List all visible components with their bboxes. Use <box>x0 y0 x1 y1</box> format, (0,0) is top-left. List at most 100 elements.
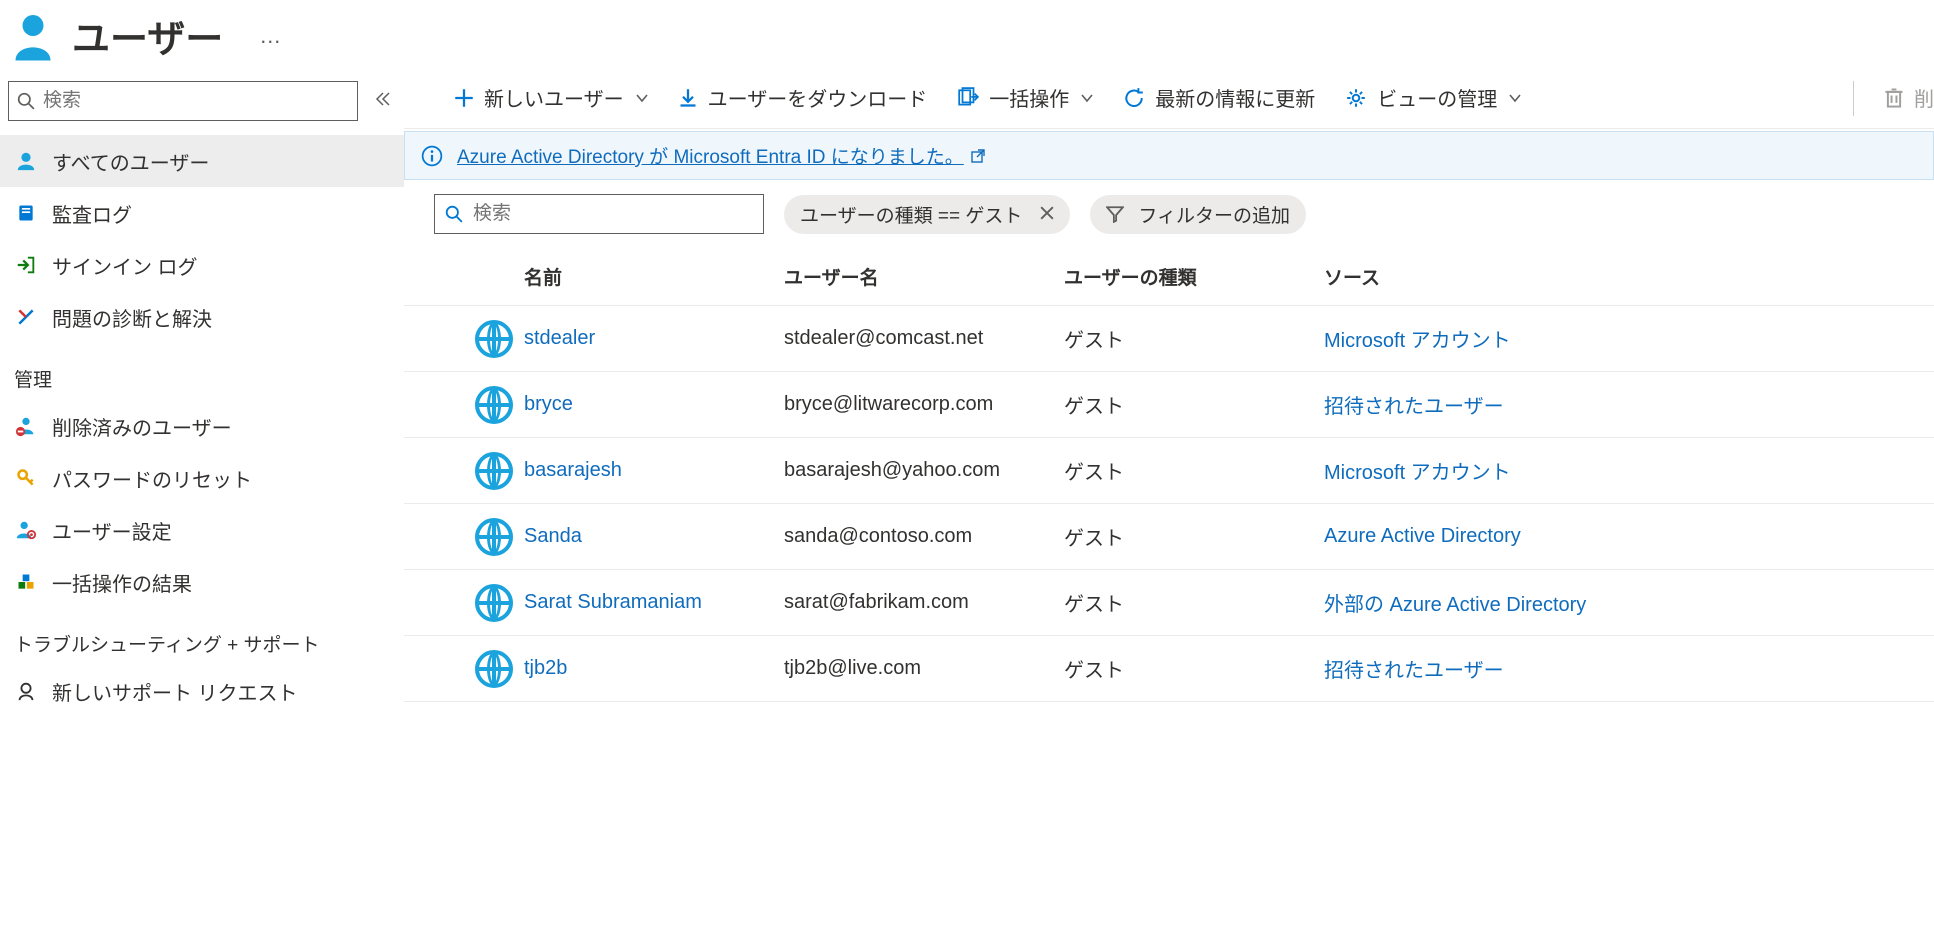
user-name-link[interactable]: Sarat Subramaniam <box>524 591 784 614</box>
col-user[interactable]: ユーザー名 <box>784 263 1064 290</box>
bulk-ops-button[interactable]: 一括操作 <box>957 83 1093 112</box>
table-row[interactable]: basarajesh basarajesh@yahoo.com ゲスト Micr… <box>404 438 1934 504</box>
info-icon <box>421 145 443 167</box>
user-name-link[interactable]: bryce <box>524 393 784 416</box>
sidebar: すべてのユーザー 監査ログ サインイン ログ 問題の診断と解決 管理 削除済 <box>0 81 404 945</box>
sidebar-item-label: 一括操作の結果 <box>52 568 192 597</box>
globe-icon <box>464 452 524 490</box>
sidebar-item-label: 削除済みのユーザー <box>52 412 232 441</box>
sidebar-item-label: サインイン ログ <box>52 251 198 280</box>
user-table: 名前 ユーザー名 ユーザーの種類 ソース stdealer stdealer@c… <box>404 248 1934 702</box>
user-source-link[interactable]: 招待されたユーザー <box>1324 390 1664 419</box>
toolbar-divider <box>1853 81 1854 116</box>
globe-icon <box>464 386 524 424</box>
filter-pill-usertype[interactable]: ユーザーの種類 == ゲスト <box>784 195 1070 234</box>
user-principal: basarajesh@yahoo.com <box>784 459 1064 482</box>
chevron-down-icon <box>1079 92 1093 104</box>
manage-view-button[interactable]: ビューの管理 <box>1345 83 1521 112</box>
sidebar-section-manage: 管理 <box>0 343 404 400</box>
user-name-link[interactable]: stdealer <box>524 327 784 350</box>
user-source-link[interactable]: Microsoft アカウント <box>1324 456 1664 485</box>
user-type: ゲスト <box>1064 588 1324 617</box>
user-name-link[interactable]: Sanda <box>524 525 784 548</box>
sidebar-item-all-users[interactable]: すべてのユーザー <box>0 135 404 187</box>
user-source-link[interactable]: Azure Active Directory <box>1324 525 1664 548</box>
sidebar-item-new-support[interactable]: 新しいサポート リクエスト <box>0 665 404 717</box>
user-principal: sanda@contoso.com <box>784 525 1064 548</box>
main-panel: 新しいユーザー ユーザーをダウンロード 一括操作 <box>404 81 1934 945</box>
person-gear-icon <box>14 519 38 541</box>
download-icon <box>678 88 698 108</box>
page-title: ユーザー <box>72 8 223 63</box>
download-users-button[interactable]: ユーザーをダウンロード <box>678 83 928 112</box>
toolbar-label: 削 <box>1914 83 1934 112</box>
more-button[interactable]: … <box>241 23 282 49</box>
col-type[interactable]: ユーザーの種類 <box>1064 263 1324 290</box>
signin-icon <box>14 254 38 276</box>
toolbar-label: 一括操作 <box>989 83 1069 112</box>
globe-icon <box>464 584 524 622</box>
table-row[interactable]: stdealer stdealer@comcast.net ゲスト Micros… <box>404 306 1934 372</box>
collapse-sidebar-button[interactable] <box>358 90 396 113</box>
table-row[interactable]: Sarat Subramaniam sarat@fabrikam.com ゲスト… <box>404 570 1934 636</box>
bulk-icon <box>957 87 979 109</box>
user-type: ゲスト <box>1064 522 1324 551</box>
globe-icon <box>464 650 524 688</box>
user-source-link[interactable]: 外部の Azure Active Directory <box>1324 588 1664 617</box>
table-header: 名前 ユーザー名 ユーザーの種類 ソース <box>404 248 1934 306</box>
toolbar-label: 最新の情報に更新 <box>1155 83 1315 112</box>
new-user-button[interactable]: 新しいユーザー <box>454 83 648 112</box>
table-search-input[interactable] <box>463 203 753 225</box>
key-icon <box>14 468 38 488</box>
person-icon <box>14 150 38 172</box>
sidebar-item-password-reset[interactable]: パスワードのリセット <box>0 452 404 504</box>
table-row[interactable]: bryce bryce@litwarecorp.com ゲスト 招待されたユーザ… <box>404 372 1934 438</box>
close-icon[interactable] <box>1036 204 1054 225</box>
cubes-icon <box>14 572 38 592</box>
user-source-link[interactable]: 招待されたユーザー <box>1324 654 1664 683</box>
sidebar-item-audit-logs[interactable]: 監査ログ <box>0 187 404 239</box>
filter-row: ユーザーの種類 == ゲスト フィルターの追加 <box>404 190 1934 248</box>
search-icon <box>445 205 463 223</box>
sidebar-item-label: パスワードのリセット <box>52 464 252 493</box>
user-name-link[interactable]: basarajesh <box>524 459 784 482</box>
chevron-down-icon <box>1507 92 1521 104</box>
person-minus-icon <box>14 415 38 437</box>
user-type: ゲスト <box>1064 654 1324 683</box>
user-source-link[interactable]: Microsoft アカウント <box>1324 324 1664 353</box>
col-name[interactable]: 名前 <box>524 263 784 290</box>
refresh-button[interactable]: 最新の情報に更新 <box>1123 83 1315 112</box>
sidebar-search-input[interactable] <box>35 90 349 112</box>
sidebar-item-signin-logs[interactable]: サインイン ログ <box>0 239 404 291</box>
table-row[interactable]: Sanda sanda@contoso.com ゲスト Azure Active… <box>404 504 1934 570</box>
sidebar-item-user-settings[interactable]: ユーザー設定 <box>0 504 404 556</box>
delete-button[interactable]: 削 <box>1884 83 1934 112</box>
sidebar-item-label: すべてのユーザー <box>52 147 209 176</box>
pill-label: フィルターの追加 <box>1138 201 1290 228</box>
chevron-down-icon <box>634 92 648 104</box>
globe-icon <box>464 320 524 358</box>
toolbar-label: 新しいユーザー <box>484 83 624 112</box>
sidebar-search[interactable] <box>8 81 358 121</box>
table-search[interactable] <box>434 194 764 234</box>
table-row[interactable]: tjb2b tjb2b@live.com ゲスト 招待されたユーザー <box>404 636 1934 702</box>
book-icon <box>14 203 38 223</box>
sidebar-item-diagnose[interactable]: 問題の診断と解決 <box>0 291 404 343</box>
headset-icon <box>14 680 38 702</box>
user-name-link[interactable]: tjb2b <box>524 657 784 680</box>
trash-icon <box>1884 87 1904 109</box>
banner-link[interactable]: Azure Active Directory が Microsoft Entra… <box>457 142 986 169</box>
sidebar-item-label: 新しいサポート リクエスト <box>52 677 298 706</box>
col-src[interactable]: ソース <box>1324 263 1664 290</box>
sidebar-item-deleted-users[interactable]: 削除済みのユーザー <box>0 400 404 452</box>
sidebar-item-bulk-results[interactable]: 一括操作の結果 <box>0 556 404 608</box>
toolbar-label: ユーザーをダウンロード <box>708 83 928 112</box>
sidebar-item-label: 監査ログ <box>52 199 132 228</box>
globe-icon <box>464 518 524 556</box>
toolbar: 新しいユーザー ユーザーをダウンロード 一括操作 <box>404 81 1934 129</box>
pill-label: ユーザーの種類 == ゲスト <box>800 201 1022 228</box>
add-filter-button[interactable]: フィルターの追加 <box>1090 195 1306 234</box>
wrench-icon <box>14 307 38 327</box>
search-icon <box>17 92 35 110</box>
page-header: ユーザー … <box>0 0 1934 81</box>
